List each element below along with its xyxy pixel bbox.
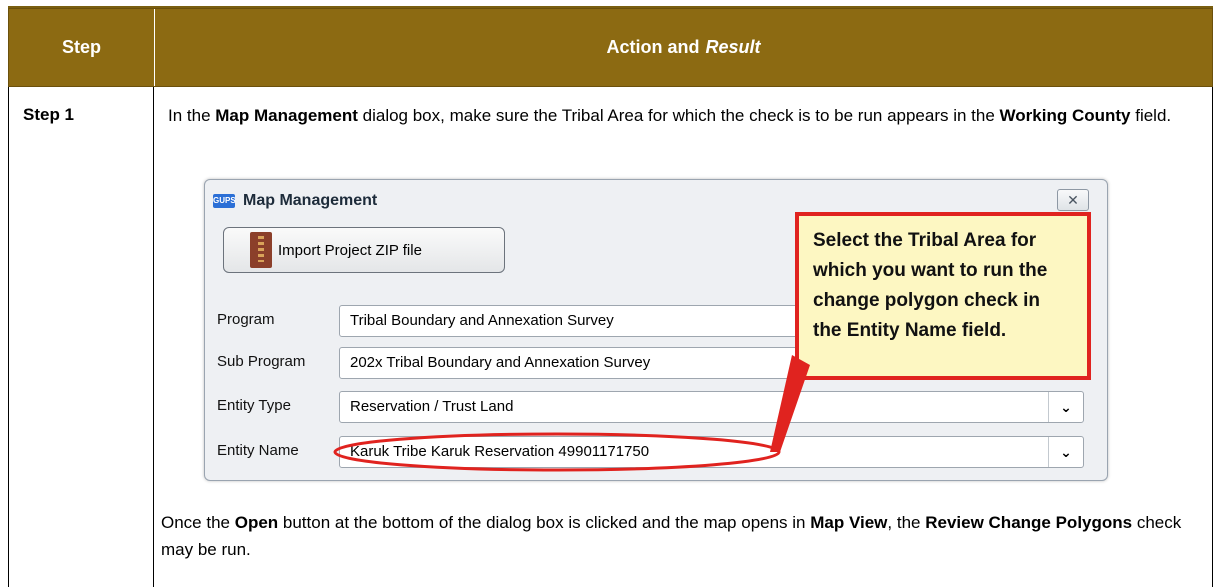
bottom-text-3: , the (887, 513, 926, 532)
close-button[interactable]: ✕ (1057, 189, 1089, 211)
step-cell: Step 1 (9, 87, 154, 587)
instruction-text-1: In the (168, 106, 216, 125)
callout-box: Select the Tribal Area for which you wan… (795, 212, 1091, 380)
entity-name-label: Entity Name (217, 442, 299, 459)
header-action-label: Action and (606, 37, 700, 57)
header-action: Action and Result (155, 9, 1212, 86)
chevron-down-icon[interactable]: ⌄ (1048, 392, 1083, 422)
sub-program-label: Sub Program (217, 353, 306, 370)
import-project-zip-button[interactable]: Import Project ZIP file (223, 227, 505, 273)
zip-file-icon (250, 232, 272, 268)
bottom-bold-review-change-polygons: Review Change Polygons (925, 513, 1133, 532)
bottom-text-2: button at the bottom of the dialog box i… (278, 513, 811, 532)
chevron-down-icon[interactable]: ⌄ (1048, 437, 1083, 467)
top-border (8, 0, 1213, 8)
instruction-bold-working-county: Working County (999, 106, 1131, 125)
program-label: Program (217, 311, 275, 328)
close-icon: ✕ (1067, 192, 1079, 208)
import-button-label: Import Project ZIP file (278, 241, 422, 259)
dialog-title: Map Management (243, 192, 378, 209)
instruction-text-3: field. (1130, 106, 1172, 125)
entity-name-select[interactable]: Karuk Tribe Karuk Reservation 4990117175… (339, 436, 1084, 468)
bottom-bold-map-view: Map View (810, 513, 888, 532)
bottom-text-1: Once the (161, 513, 235, 532)
dialog-title-bar: GUPS Map Management (213, 192, 377, 210)
program-value: Tribal Boundary and Annexation Survey (350, 312, 614, 329)
instruction-text-2: dialog box, make sure the Tribal Area fo… (357, 106, 1000, 125)
entity-type-label: Entity Type (217, 397, 291, 414)
bottom-bold-open: Open (234, 513, 279, 532)
entity-type-value: Reservation / Trust Land (350, 398, 514, 415)
entity-name-value: Karuk Tribe Karuk Reservation 4990117175… (350, 443, 650, 460)
table-header: Step Action and Result (8, 8, 1213, 87)
bottom-instruction: Once the Open button at the bottom of th… (161, 509, 1201, 563)
gups-app-icon: GUPS (213, 194, 236, 208)
instruction-bold-map-management: Map Management (215, 106, 358, 125)
entity-type-select[interactable]: Reservation / Trust Land ⌄ (339, 391, 1084, 423)
sub-program-value: 202x Tribal Boundary and Annexation Surv… (350, 354, 651, 371)
header-result-label: Result (705, 37, 761, 57)
header-step: Step (9, 9, 155, 86)
